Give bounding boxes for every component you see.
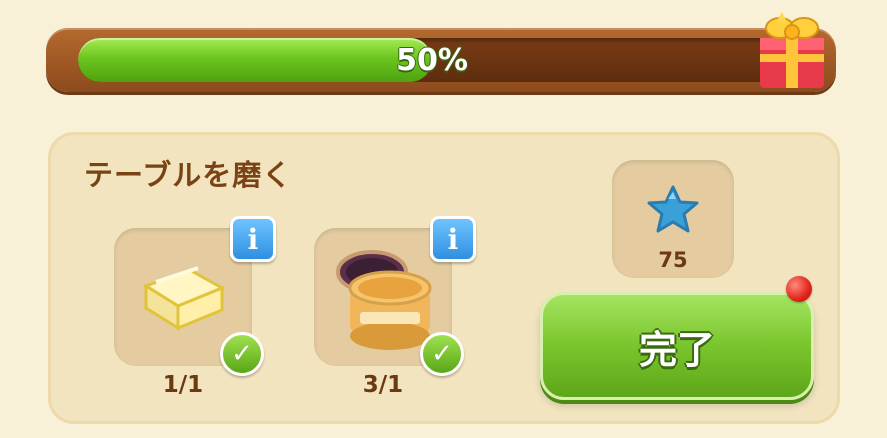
notification-dot (786, 276, 812, 302)
info-button-cloth[interactable]: i (230, 216, 276, 262)
item-count-polish: 3/1 (362, 372, 404, 398)
gift-box-icon[interactable] (752, 4, 832, 92)
progress-track: 50% (78, 38, 786, 82)
progress-bar-frame: 50% (46, 28, 836, 92)
progress-percentage: 50% (396, 42, 468, 78)
item-count-cloth: 1/1 (162, 372, 204, 398)
checkmark-icon: ✓ (420, 332, 464, 376)
info-button-polish[interactable]: i (430, 216, 476, 262)
cloth-icon (142, 266, 226, 331)
blue-star-icon (647, 185, 699, 233)
reward-value: 75 (658, 248, 688, 272)
polish-jar-icon (336, 250, 432, 350)
task-title: テーブルを磨く (84, 158, 293, 192)
complete-button[interactable]: 完了 (540, 292, 814, 400)
checkmark-icon: ✓ (220, 332, 264, 376)
